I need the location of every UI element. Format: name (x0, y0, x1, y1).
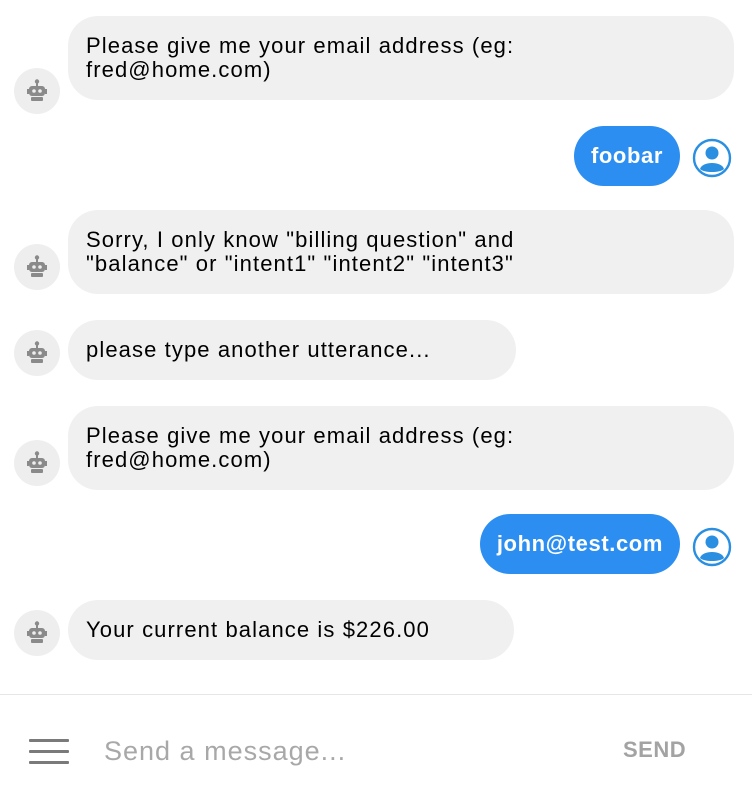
user-message-bubble: foobar (573, 126, 680, 186)
message-row-bot: Please give me your email address (eg: f… (0, 16, 752, 114)
hamburger-menu-icon[interactable] (29, 739, 69, 767)
robot-icon (14, 244, 60, 290)
bot-message-bubble: Please give me your email address (eg: f… (68, 16, 734, 100)
bot-message-bubble: please type another utterance... (68, 320, 516, 380)
user-message-bubble: john@test.com (479, 514, 680, 574)
message-row-bot: Your current balance is $226.00 (0, 600, 752, 660)
message-input[interactable] (104, 731, 574, 771)
robot-icon (14, 440, 60, 486)
message-row-bot: Please give me your email address (eg: f… (0, 406, 752, 490)
message-row-bot: please type another utterance... (0, 320, 752, 380)
robot-icon (14, 68, 60, 114)
message-composer: SEND (0, 695, 752, 796)
bot-message-bubble: Please give me your email address (eg: f… (68, 406, 734, 490)
send-button[interactable]: SEND (610, 735, 700, 765)
bot-message-bubble: Sorry, I only know "billing question" an… (68, 210, 734, 294)
bot-message-bubble: Your current balance is $226.00 (68, 600, 514, 660)
message-row-user: foobar (0, 126, 752, 186)
message-row-user: john@test.com (0, 514, 752, 574)
user-icon (692, 138, 732, 178)
chat-message-list: Please give me your email address (eg: f… (0, 0, 752, 694)
message-row-bot: Sorry, I only know "billing question" an… (0, 210, 752, 294)
robot-icon (14, 610, 60, 656)
user-icon (692, 527, 732, 567)
robot-icon (14, 330, 60, 376)
